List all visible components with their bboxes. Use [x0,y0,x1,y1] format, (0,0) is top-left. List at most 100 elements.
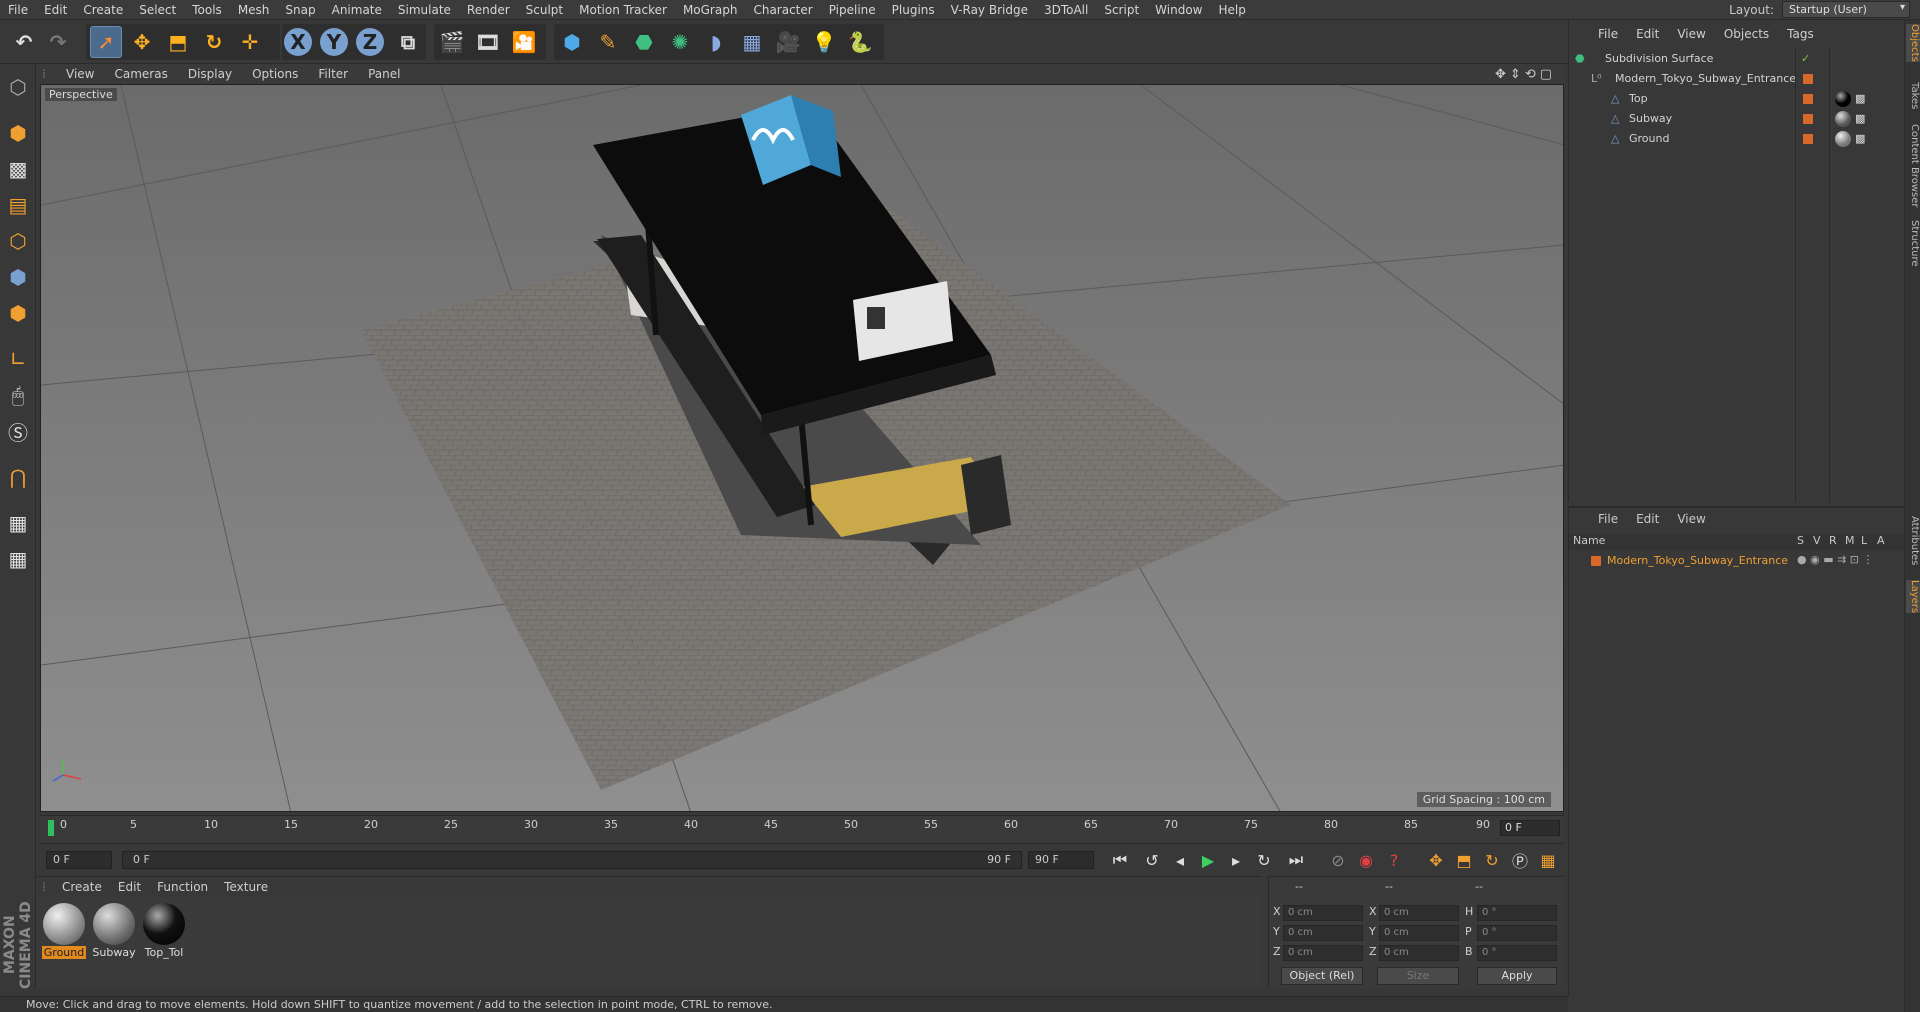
size-x-field[interactable]: 0 cm [1379,905,1459,921]
material-tag-icon[interactable] [1835,111,1851,127]
move-tool-icon[interactable]: ✥ [126,26,158,58]
axis-y-button[interactable]: Y [320,28,348,56]
material-menu-function[interactable]: Function [149,880,216,894]
axis-z-button[interactable]: Z [356,28,384,56]
viewport-menu-panel[interactable]: Panel [358,67,410,81]
workplane-mode-icon[interactable]: ▤ [3,190,33,220]
object-menu-tags[interactable]: Tags [1778,27,1823,41]
object-menu-edit[interactable]: Edit [1627,27,1668,41]
autokey-icon[interactable]: ◉ [1354,849,1378,871]
uvw-tag-icon[interactable]: ▩ [1855,89,1865,109]
tree-item-modern-tokyo-subway-entrance[interactable]: L⁰ Modern_Tokyo_Subway_Entrance [1569,69,1905,89]
timeline-ruler[interactable]: 0 5 10 15 20 25 30 35 40 45 50 55 60 65 … [40,815,1564,841]
tree-item-subdivision-surface[interactable]: ⬣ Subdivision Surface ✓ [1569,49,1905,69]
position-z-field[interactable]: 0 cm [1283,945,1363,961]
tree-item-ground[interactable]: △ Ground ▩ [1569,129,1905,149]
uvw-tag-icon[interactable]: ▩ [1855,109,1865,129]
axis-x-button[interactable]: X [284,28,312,56]
menu-character[interactable]: Character [745,3,820,17]
camera-icon[interactable]: 🎥 [772,26,804,58]
subdivision-generator-icon[interactable]: ⬣ [628,26,660,58]
tab-content-browser[interactable]: Content Browser [1906,124,1920,207]
coordinate-mode-dropdown[interactable]: Object (Rel) [1281,967,1363,985]
select-tool-icon[interactable]: ➚ [90,26,122,58]
magnet-icon[interactable]: ⋂ [3,462,33,492]
python-icon[interactable]: 🐍 [844,26,876,58]
keyframe-selection-icon[interactable]: ? [1382,849,1406,871]
material-menu-texture[interactable]: Texture [216,880,276,894]
object-menu-objects[interactable]: Objects [1715,27,1778,41]
size-z-field[interactable]: 0 cm [1379,945,1459,961]
current-frame-field[interactable]: 0 F [1500,820,1560,836]
layer-toggles-icon[interactable]: ● ◉ ▬ ⇉ ⊡ ⋮ [1797,553,1874,566]
apply-button[interactable]: Apply [1477,967,1557,985]
rotation-b-field[interactable]: 0 ° [1477,945,1557,961]
next-frame-icon[interactable]: ▸ [1224,849,1248,871]
deformer-icon[interactable]: ◗ [700,26,732,58]
key-pla-icon[interactable]: ▦ [1536,849,1560,871]
size-y-field[interactable]: 0 cm [1379,925,1459,941]
polygons-mode-icon[interactable]: ⬢ [3,298,33,328]
viewport-nav-icons[interactable]: ✥⇕⟲▢ [1495,67,1556,82]
model-mode-icon[interactable]: ⬢ [3,118,33,148]
menu-motion-tracker[interactable]: Motion Tracker [571,3,675,17]
go-to-end-icon[interactable]: ⏭ [1284,849,1308,871]
menu-animate[interactable]: Animate [324,3,390,17]
tab-structure[interactable]: Structure [1906,220,1920,267]
uvw-tag-icon[interactable]: ▩ [1855,129,1865,149]
key-rotation-icon[interactable]: ↻ [1480,849,1504,871]
menu-help[interactable]: Help [1210,3,1253,17]
menu-file[interactable]: File [0,3,36,17]
layout-dropdown[interactable]: Startup (User) [1782,1,1910,18]
edges-mode-icon[interactable]: ⬢ [3,262,33,292]
tab-layers[interactable]: Layers [1906,580,1920,614]
viewport-menu-display[interactable]: Display [178,67,242,81]
points-mode-icon[interactable]: ⬡ [3,226,33,256]
next-key-icon[interactable]: ↻ [1252,849,1276,871]
texture-mode-icon[interactable]: ▩ [3,154,33,184]
viewport-camera-label[interactable]: Perspective [45,88,117,101]
tree-item-top[interactable]: △ Top ▩ [1569,89,1905,109]
cloner-icon[interactable]: ✺ [664,26,696,58]
transform-tool-icon[interactable]: ✛ [234,26,266,58]
rotate-tool-icon[interactable]: ↻ [198,26,230,58]
menu-pipeline[interactable]: Pipeline [821,3,884,17]
render-region-icon[interactable]: 🎞 [472,26,504,58]
make-editable-icon[interactable]: ⬡ [3,72,33,102]
cube-primitive-icon[interactable]: ⬢ [556,26,588,58]
object-menu-file[interactable]: File [1589,27,1627,41]
menu-3dtoall[interactable]: 3DToAll [1036,3,1096,17]
record-keys-icon[interactable]: ⊘ [1326,849,1350,871]
viewport-menu-view[interactable]: View [56,67,104,81]
layer-menu-edit[interactable]: Edit [1627,512,1668,526]
tab-attributes[interactable]: Attributes [1906,516,1920,565]
coordinate-system-icon[interactable]: ⧉ [392,26,424,58]
material-top[interactable]: Top_Tol [142,903,186,961]
object-menu-view[interactable]: View [1668,27,1714,41]
position-y-field[interactable]: 0 cm [1283,925,1363,941]
material-menu-edit[interactable]: Edit [110,880,149,894]
lock-workplane-icon[interactable]: ▦ [3,508,33,538]
enable-axis-icon[interactable]: ∟ [3,344,33,374]
key-position-icon[interactable]: ✥ [1424,849,1448,871]
planar-workplane-icon[interactable]: ▦ [3,544,33,574]
frame-range-slider[interactable]: 0 F 90 F [122,851,1022,869]
menu-simulate[interactable]: Simulate [390,3,459,17]
tab-takes[interactable]: Takes [1906,82,1920,109]
render-picture-viewer-icon[interactable]: 🎦 [508,26,540,58]
menu-render[interactable]: Render [459,3,518,17]
pen-spline-icon[interactable]: ✎ [592,26,624,58]
tree-item-subway[interactable]: △ Subway ▩ [1569,109,1905,129]
tweak-mode-icon[interactable]: 🖱 [3,380,33,410]
snapping-icon[interactable]: Ⓢ [3,416,33,446]
previous-key-icon[interactable]: ↺ [1140,849,1164,871]
end-frame-field[interactable]: 90 F [1028,851,1094,869]
size-mode-dropdown[interactable]: Size [1377,967,1459,985]
viewport-menu-options[interactable]: Options [242,67,308,81]
layer-color-swatch[interactable] [1591,556,1601,566]
menu-snap[interactable]: Snap [277,3,323,17]
viewport-menu-cameras[interactable]: Cameras [104,67,177,81]
key-parameter-icon[interactable]: Ⓟ [1508,849,1532,871]
enabled-check-icon[interactable]: ✓ [1801,49,1810,69]
3d-viewport[interactable]: Perspective Grid Spacing : 100 cm [40,84,1564,812]
